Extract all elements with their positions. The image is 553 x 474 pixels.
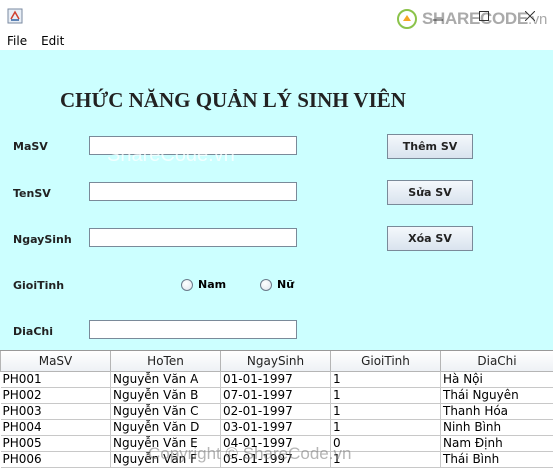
masv-input[interactable] bbox=[89, 136, 297, 155]
table-cell: PH006 bbox=[0, 451, 111, 468]
label-tensv: TenSV bbox=[13, 187, 51, 200]
table-cell: PH002 bbox=[0, 387, 111, 404]
close-button[interactable] bbox=[507, 0, 553, 32]
table-cell: 1 bbox=[330, 371, 441, 388]
column-header[interactable]: DiaChi bbox=[440, 351, 553, 372]
radio-nam[interactable]: Nam bbox=[181, 278, 226, 291]
minimize-icon bbox=[433, 19, 443, 21]
radio-nu[interactable]: Nữ bbox=[260, 278, 294, 291]
column-header[interactable]: GioiTinh bbox=[330, 351, 441, 372]
table-cell: Hà Nội bbox=[440, 371, 553, 388]
table-cell: Nguyễn Văn C bbox=[110, 403, 221, 420]
copyright-watermark: Copyright © ShareCode.vn bbox=[148, 444, 352, 463]
maximize-button[interactable] bbox=[461, 0, 507, 32]
table-cell: PH001 bbox=[0, 371, 111, 388]
label-ngaysinh: NgaySinh bbox=[13, 233, 72, 246]
form-panel: CHỨC NĂNG QUẢN LÝ SINH VIÊN MaSV TenSV N… bbox=[0, 50, 553, 350]
column-header[interactable]: NgaySinh bbox=[220, 351, 331, 372]
close-icon bbox=[525, 11, 535, 21]
maximize-icon bbox=[479, 11, 489, 21]
student-table[interactable]: MaSV HoTen NgaySinh GioiTinh DiaChi PH00… bbox=[0, 350, 553, 474]
delete-student-button[interactable]: Xóa SV bbox=[387, 226, 473, 251]
add-student-button[interactable]: Thêm SV bbox=[387, 134, 473, 159]
table-cell: 01-01-1997 bbox=[220, 371, 331, 388]
radio-circle-icon bbox=[181, 278, 193, 291]
label-gioitinh: GioiTinh bbox=[13, 279, 65, 292]
edit-student-button[interactable]: Sửa SV bbox=[387, 180, 473, 205]
label-diachi: DiaChi bbox=[13, 325, 53, 338]
table-cell: Nguyễn Văn D bbox=[110, 419, 221, 436]
java-app-icon bbox=[7, 8, 23, 24]
menu-edit[interactable]: Edit bbox=[34, 34, 71, 48]
table-cell: Thái Nguyên bbox=[440, 387, 553, 404]
minimize-button[interactable] bbox=[415, 0, 461, 32]
radio-circle-icon bbox=[260, 278, 272, 291]
table-cell: 1 bbox=[330, 387, 441, 404]
menu-bar: File Edit bbox=[0, 32, 553, 50]
table-row[interactable]: PH004 Nguyễn Văn D 03-01-1997 1 Ninh Bìn… bbox=[0, 419, 553, 436]
table-cell: Ninh Bình bbox=[440, 419, 553, 436]
column-header[interactable]: MaSV bbox=[0, 351, 111, 372]
table-cell: Nguyễn Văn A bbox=[110, 371, 221, 388]
radio-nu-label: Nữ bbox=[277, 278, 295, 291]
table-cell: Nam Định bbox=[440, 435, 553, 452]
page-title: CHỨC NĂNG QUẢN LÝ SINH VIÊN bbox=[60, 88, 406, 112]
table-cell: 07-01-1997 bbox=[220, 387, 331, 404]
diachi-input[interactable] bbox=[89, 320, 297, 339]
table-row[interactable]: PH002 Nguyễn Văn B 07-01-1997 1 Thái Ngu… bbox=[0, 387, 553, 404]
table-cell: PH003 bbox=[0, 403, 111, 420]
table-cell: PH005 bbox=[0, 435, 111, 452]
table-cell: 03-01-1997 bbox=[220, 419, 331, 436]
table-cell: 1 bbox=[330, 419, 441, 436]
column-header[interactable]: HoTen bbox=[110, 351, 221, 372]
label-masv: MaSV bbox=[13, 140, 48, 153]
table-cell: 1 bbox=[330, 403, 441, 420]
table-row[interactable]: PH003 Nguyễn Văn C 02-01-1997 1 Thanh Hó… bbox=[0, 403, 553, 420]
table-cell: Thái Bình bbox=[440, 451, 553, 468]
table-cell: Thanh Hóa bbox=[440, 403, 553, 420]
radio-nam-label: Nam bbox=[198, 278, 227, 291]
menu-file[interactable]: File bbox=[0, 34, 34, 48]
table-cell: 02-01-1997 bbox=[220, 403, 331, 420]
table-cell: Nguyễn Văn B bbox=[110, 387, 221, 404]
ngaysinh-input[interactable] bbox=[89, 228, 297, 247]
tensv-input[interactable] bbox=[89, 182, 297, 201]
table-cell: PH004 bbox=[0, 419, 111, 436]
table-header-row: MaSV HoTen NgaySinh GioiTinh DiaChi bbox=[0, 351, 553, 372]
title-bar: SHARECODE.vn bbox=[0, 0, 553, 32]
table-row[interactable]: PH001 Nguyễn Văn A 01-01-1997 1 Hà Nội bbox=[0, 371, 553, 388]
